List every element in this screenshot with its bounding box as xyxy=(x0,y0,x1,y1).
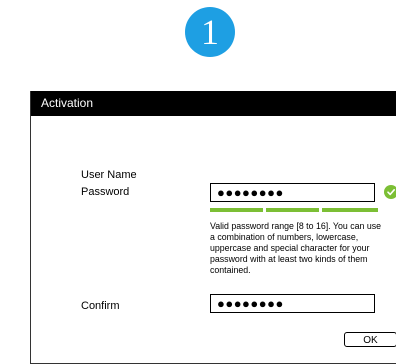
dialog-titlebar: Activation xyxy=(31,91,396,116)
confirm-password-field[interactable]: ●●●●●●●● xyxy=(210,294,375,313)
confirm-value: ●●●●●●●● xyxy=(217,296,284,311)
password-hint: Valid password range [8 to 16]. You can … xyxy=(210,221,382,275)
confirm-label: Confirm xyxy=(81,300,120,312)
step-number-badge: 1 xyxy=(185,7,235,57)
password-strength-meter xyxy=(210,208,378,212)
password-value: ●●●●●●●● xyxy=(217,185,284,200)
ok-button[interactable]: OK xyxy=(344,332,396,347)
strength-segment xyxy=(322,208,378,212)
password-label: Password xyxy=(81,186,130,198)
activation-dialog: Activation User Name Password ●●●●●●●● V… xyxy=(30,91,396,364)
password-field[interactable]: ●●●●●●●● xyxy=(210,183,375,202)
strength-segment xyxy=(210,208,263,212)
username-label: User Name xyxy=(81,169,137,181)
strength-segment xyxy=(266,208,319,212)
dialog-title: Activation xyxy=(41,96,94,110)
check-circle-icon xyxy=(384,185,396,199)
